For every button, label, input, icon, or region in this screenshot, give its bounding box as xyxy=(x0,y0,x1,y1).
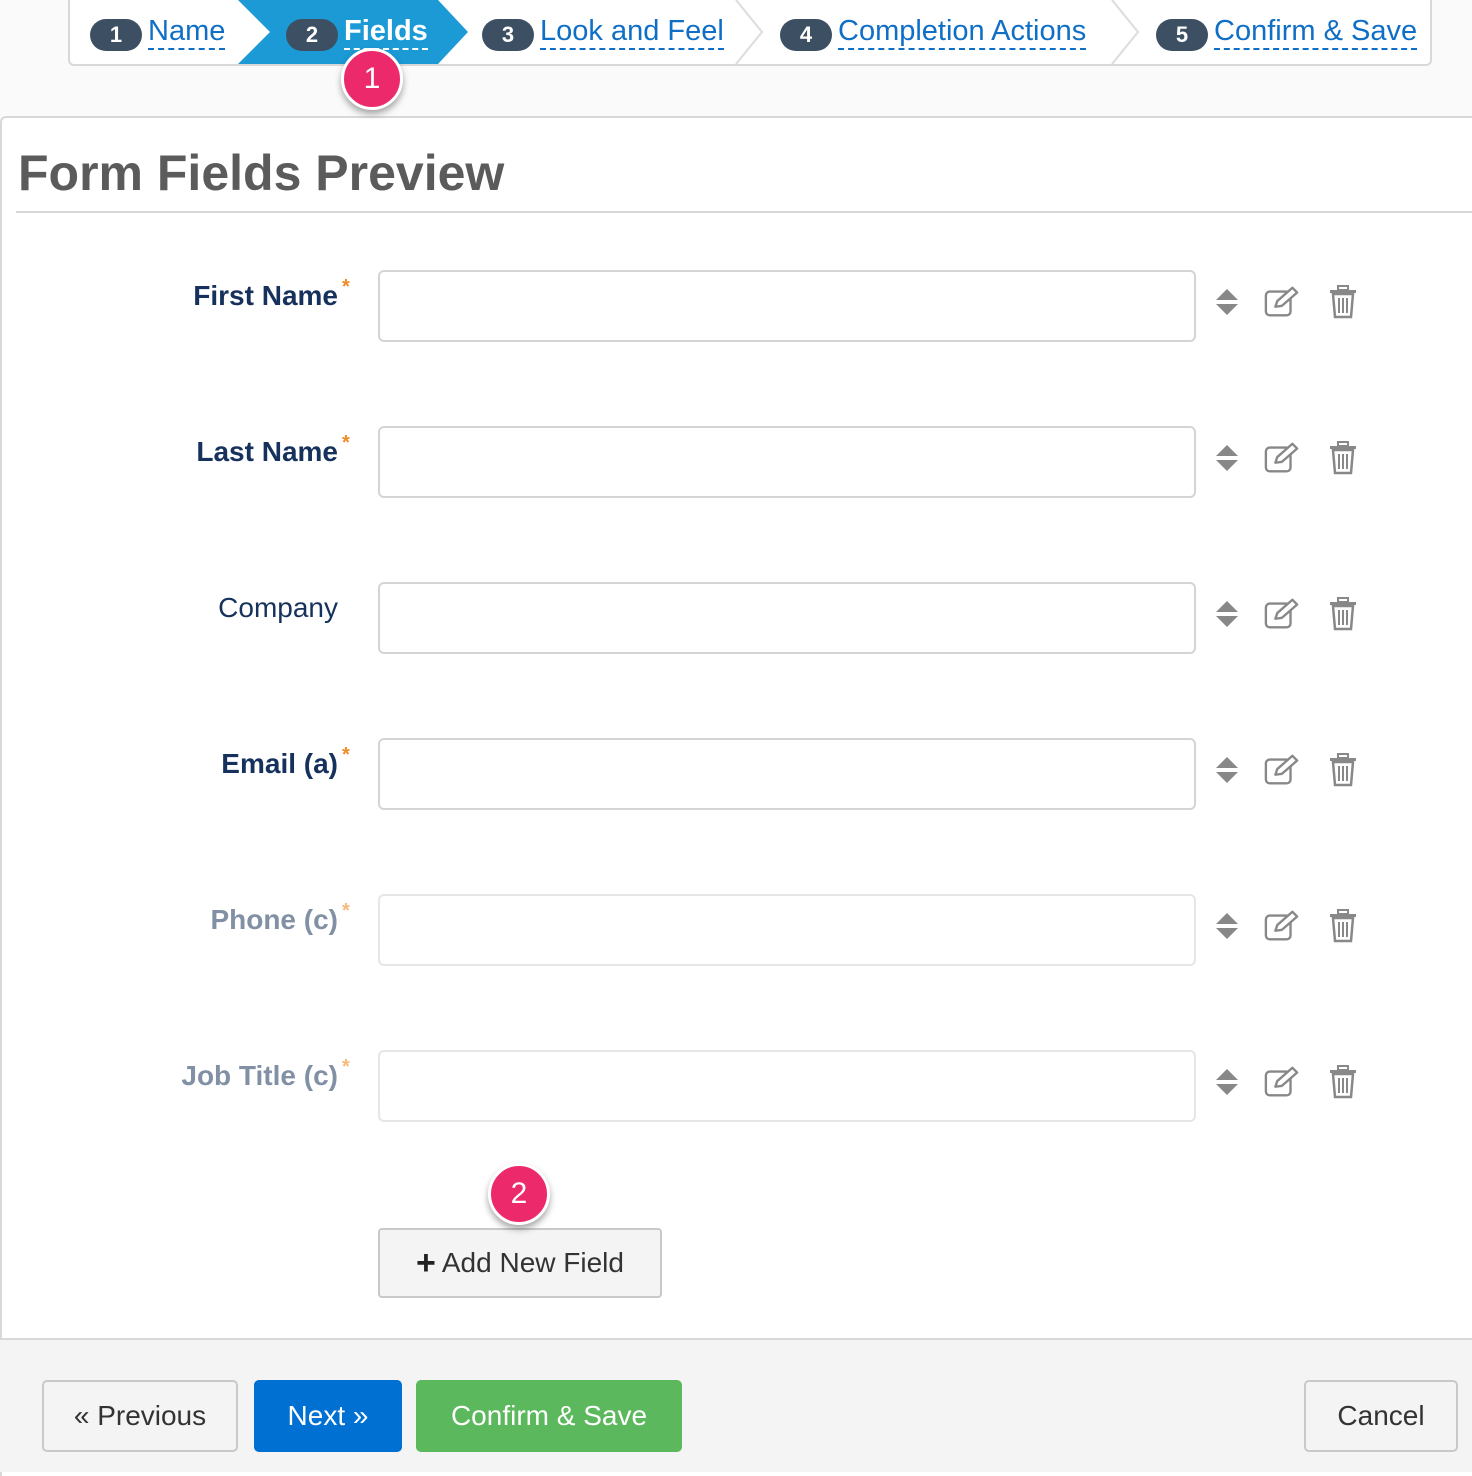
edit-icon[interactable] xyxy=(1264,906,1300,946)
email-input[interactable] xyxy=(378,738,1196,810)
field-row-phone: Phone (c) * xyxy=(2,894,1472,970)
step-label: Name xyxy=(148,15,226,50)
last-name-input[interactable] xyxy=(378,426,1196,498)
step-look-and-feel[interactable]: 3 Look and Feel xyxy=(482,0,724,64)
step-label: Fields xyxy=(344,15,428,50)
reorder-icon[interactable] xyxy=(1209,906,1245,946)
reorder-icon[interactable] xyxy=(1209,594,1245,634)
previous-button[interactable]: « Previous xyxy=(42,1380,238,1452)
reorder-icon[interactable] xyxy=(1209,750,1245,790)
field-row-first-name: First Name * xyxy=(2,270,1472,346)
edit-icon[interactable] xyxy=(1264,282,1300,322)
field-label: Phone (c) xyxy=(210,904,338,935)
form-fields-panel: Form Fields Preview First Name * Last Na… xyxy=(0,116,1472,1476)
wizard-steps: 1 Name 2 Fields 3 Look and Feel 4 Comple… xyxy=(68,0,1432,66)
callout-badge-1: 1 xyxy=(341,48,403,110)
field-row-job-title: Job Title (c) * xyxy=(2,1050,1472,1126)
edit-icon[interactable] xyxy=(1264,594,1300,634)
wizard-footer: « Previous Next » Confirm & Save Cancel xyxy=(0,1338,1472,1472)
step-label: Completion Actions xyxy=(838,15,1087,50)
step-name[interactable]: 1 Name xyxy=(90,0,226,64)
title-divider xyxy=(16,211,1472,213)
next-button[interactable]: Next » xyxy=(254,1380,402,1452)
required-star: * xyxy=(342,1056,350,1078)
reorder-icon[interactable] xyxy=(1209,438,1245,478)
step-label: Confirm & Save xyxy=(1214,15,1418,50)
step-separator xyxy=(1111,0,1140,64)
confirm-save-button[interactable]: Confirm & Save xyxy=(416,1380,682,1452)
reorder-icon[interactable] xyxy=(1209,282,1245,322)
cancel-button[interactable]: Cancel xyxy=(1304,1380,1458,1452)
step-separator xyxy=(735,0,764,64)
field-row-email: Email (a) * xyxy=(2,738,1472,814)
add-new-field-button[interactable]: + Add New Field xyxy=(378,1228,662,1298)
delete-icon[interactable] xyxy=(1325,282,1361,322)
delete-icon[interactable] xyxy=(1325,750,1361,790)
reorder-icon[interactable] xyxy=(1209,1062,1245,1102)
first-name-input[interactable] xyxy=(378,270,1196,342)
field-row-last-name: Last Name * xyxy=(2,426,1472,502)
add-new-field-label: Add New Field xyxy=(441,1247,624,1278)
delete-icon[interactable] xyxy=(1325,438,1361,478)
step-confirm-save[interactable]: 5 Confirm & Save xyxy=(1156,0,1418,64)
required-star: * xyxy=(342,900,350,922)
step-number-badge: 1 xyxy=(90,19,142,51)
phone-input[interactable] xyxy=(378,894,1196,966)
step-number-badge: 5 xyxy=(1156,19,1208,51)
company-input[interactable] xyxy=(378,582,1196,654)
edit-icon[interactable] xyxy=(1264,750,1300,790)
field-label: Company xyxy=(218,592,338,623)
field-label: Email (a) xyxy=(221,748,338,779)
field-row-company: Company xyxy=(2,582,1472,658)
step-completion-actions[interactable]: 4 Completion Actions xyxy=(780,0,1087,64)
step-label: Look and Feel xyxy=(540,15,724,50)
edit-icon[interactable] xyxy=(1264,1062,1300,1102)
step-number-badge: 3 xyxy=(482,19,534,51)
job-title-input[interactable] xyxy=(378,1050,1196,1122)
required-star: * xyxy=(342,276,350,298)
field-label: First Name xyxy=(193,280,338,311)
plus-icon: + xyxy=(416,1243,436,1282)
callout-badge-2: 2 xyxy=(488,1163,550,1225)
field-label: Last Name xyxy=(196,436,338,467)
field-label: Job Title (c) xyxy=(181,1060,338,1091)
step-number-badge: 2 xyxy=(286,19,338,51)
delete-icon[interactable] xyxy=(1325,906,1361,946)
required-star: * xyxy=(342,432,350,454)
step-number-badge: 4 xyxy=(780,19,832,51)
page-title: Form Fields Preview xyxy=(18,145,505,201)
delete-icon[interactable] xyxy=(1325,594,1361,634)
edit-icon[interactable] xyxy=(1264,438,1300,478)
delete-icon[interactable] xyxy=(1325,1062,1361,1102)
required-star: * xyxy=(342,744,350,766)
